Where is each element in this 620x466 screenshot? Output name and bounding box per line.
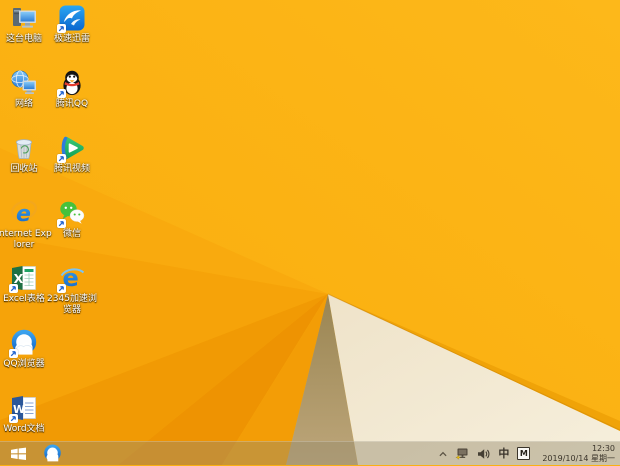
shortcut-arrow-icon [9, 349, 18, 358]
network-icon [10, 69, 38, 97]
desktop-icon-wechat[interactable]: 微信 [48, 199, 96, 240]
desktop-icon-label: 微信 [62, 229, 81, 239]
show-hidden-icons-chevron[interactable] [439, 451, 447, 457]
clock-date: 2019/10/14 星期一 [542, 453, 615, 463]
ime-mode-indicator[interactable]: 中 [498, 448, 509, 459]
this-pc-icon [10, 4, 38, 32]
shortcut-arrow-icon [57, 89, 66, 98]
desktop-icon-label: QQ浏览器 [3, 359, 45, 369]
internet-explorer-icon: e [10, 199, 38, 227]
desktop-icon-word[interactable]: W Word文档 [0, 394, 48, 435]
shortcut-arrow-icon [57, 219, 66, 228]
system-tray: 中 M 12:30 2019/10/14 星期一 [439, 444, 620, 464]
shortcut-arrow-icon [57, 284, 66, 293]
shortcut-arrow-icon [9, 414, 18, 423]
taskbar-pinned-qq-browser[interactable] [36, 442, 68, 466]
taskbar: 中 M 12:30 2019/10/14 星期一 [0, 441, 620, 465]
desktop-icon-qq-browser[interactable]: QQ浏览器 [0, 329, 48, 370]
desktop-icon-label: 2345加速浏览器 [47, 294, 97, 315]
ime-badge[interactable]: M [517, 447, 531, 460]
desktop-icon-label: 腾讯视频 [53, 164, 90, 174]
svg-text:e: e [16, 202, 31, 227]
volume-icon[interactable] [477, 448, 490, 460]
desktop-icon-internet-explorer[interactable]: e Internet Explorer [0, 199, 52, 251]
desktop-icon-tencent-qq[interactable]: 腾讯QQ [48, 69, 96, 110]
recycle-bin-icon [10, 134, 38, 162]
qq-browser-icon [43, 444, 61, 462]
taskbar-clock[interactable]: 12:30 2019/10/14 星期一 [538, 444, 615, 464]
desktop-icon-this-pc[interactable]: 这台电脑 [0, 4, 48, 45]
windows-logo-icon [10, 447, 26, 460]
thunder-icon [57, 4, 86, 33]
qq-browser-icon [9, 329, 38, 358]
clock-time: 12:30 [591, 443, 615, 453]
shortcut-arrow-icon [57, 154, 66, 163]
desktop-icon-label: 腾讯QQ [55, 99, 89, 109]
2345-browser-icon: e [57, 264, 86, 293]
excel-icon: X [9, 264, 38, 293]
start-button[interactable] [0, 442, 36, 466]
desktop-icon-label: 极速迅雷 [53, 34, 90, 44]
desktop-icon-tencent-video[interactable]: 腾讯视频 [48, 134, 96, 175]
shortcut-arrow-icon [57, 24, 66, 33]
qq-penguin-icon [57, 69, 86, 98]
network-warning-icon[interactable] [455, 447, 469, 460]
desktop-icon-2345-browser[interactable]: e 2345加速浏览器 [47, 264, 97, 316]
shortcut-arrow-icon [9, 284, 18, 293]
desktop-icon-thunder[interactable]: 极速迅雷 [48, 4, 96, 45]
desktop-icon-label: Word文档 [3, 424, 45, 434]
tencent-video-icon [57, 134, 86, 163]
desktop-icon-excel[interactable]: X Excel表格 [0, 264, 48, 305]
desktop-icon-recycle-bin[interactable]: 回收站 [0, 134, 48, 175]
word-icon: W [9, 394, 38, 423]
desktop-icon-network[interactable]: 网络 [0, 69, 48, 110]
wechat-icon [57, 199, 86, 228]
